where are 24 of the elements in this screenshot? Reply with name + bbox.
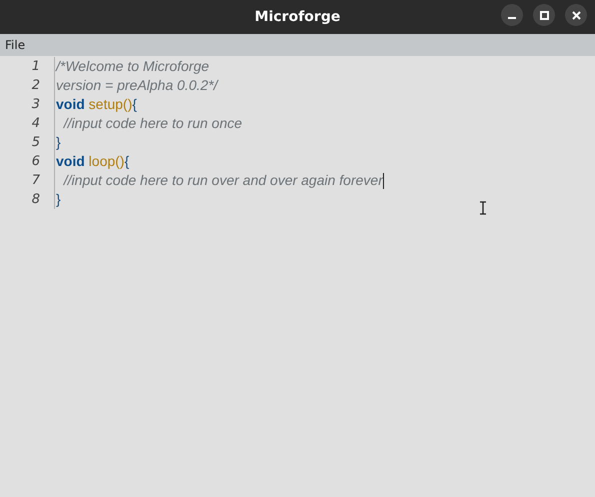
maximize-button[interactable] <box>533 4 555 26</box>
line-number: 4 <box>30 114 40 133</box>
code-line[interactable]: version = preAlpha 0.0.2*/ <box>56 75 218 96</box>
text-cursor-icon <box>479 201 487 215</box>
line-number: 2 <box>30 76 40 95</box>
maximize-icon <box>540 10 548 20</box>
menu-item[interactable]: File <box>0 36 30 54</box>
code-line[interactable]: /*Welcome to Microforge <box>56 56 210 77</box>
line-number: 1 <box>30 58 40 76</box>
line-number: 8 <box>30 190 40 209</box>
code-line[interactable]: //input code here to run over and over again forever <box>56 170 383 191</box>
line-number: 6 <box>30 152 40 171</box>
close-icon <box>572 10 580 20</box>
line-number: 5 <box>30 134 40 152</box>
line-number: 3 <box>30 96 40 114</box>
minimize-button[interactable] <box>501 4 523 26</box>
code-line[interactable]: } <box>56 132 61 153</box>
line-number: 7 <box>30 172 40 190</box>
code-line[interactable]: void loop(){ <box>56 151 130 172</box>
code-line[interactable]: //input code here to run once <box>56 113 242 134</box>
code-line[interactable]: } <box>56 189 61 210</box>
code-line[interactable]: void setup(){ <box>56 94 137 115</box>
window-title: Microforge <box>254 8 340 26</box>
close-button[interactable] <box>565 4 587 26</box>
